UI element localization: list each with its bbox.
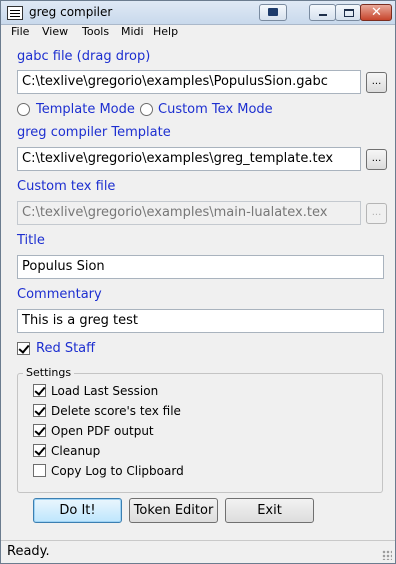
template-field[interactable]: C:\texlive\gregorio\examples\greg_templa…	[17, 147, 361, 171]
window-title: greg compiler	[29, 5, 113, 19]
load-last-session-label: Load Last Session	[51, 384, 159, 398]
app-window: greg compiler ✕ File View Tools Midi Hel…	[0, 0, 396, 564]
template-browse-button[interactable]: ...	[366, 149, 387, 170]
red-staff-checkbox[interactable]	[17, 342, 30, 355]
maximize-button[interactable]	[335, 4, 361, 21]
resize-grip-icon[interactable]	[382, 550, 392, 560]
delete-tex-checkbox[interactable]	[33, 404, 46, 417]
caption-extra-icon	[268, 8, 278, 16]
custom-tex-mode-label: Custom Tex Mode	[158, 102, 273, 117]
close-button[interactable]: ✕	[360, 4, 392, 21]
custom-tex-label: Custom tex file	[17, 179, 116, 194]
minimize-button[interactable]	[309, 4, 336, 21]
open-pdf-label: Open PDF output	[51, 424, 154, 438]
status-bar: Ready.	[1, 540, 395, 563]
custom-tex-browse-button: ...	[366, 203, 387, 224]
menu-bar: File View Tools Midi Help	[1, 25, 395, 40]
menu-file[interactable]: File	[11, 25, 29, 38]
cleanup-checkbox[interactable]	[33, 444, 46, 457]
special-caption-button[interactable]	[259, 4, 287, 21]
menu-help[interactable]: Help	[153, 25, 178, 38]
commentary-label: Commentary	[17, 287, 102, 302]
gabc-file-label: gabc file (drag drop)	[17, 49, 151, 64]
title-label: Title	[17, 233, 45, 248]
token-editor-button[interactable]: Token Editor	[129, 498, 218, 523]
close-icon: ✕	[371, 5, 382, 20]
menu-view[interactable]: View	[42, 25, 68, 38]
gabc-browse-button[interactable]: ...	[366, 72, 387, 93]
load-last-session-checkbox[interactable]	[33, 384, 46, 397]
delete-tex-label: Delete score's tex file	[51, 404, 181, 418]
status-text: Ready.	[7, 544, 50, 559]
commentary-field[interactable]: This is a greg test	[17, 309, 384, 333]
maximize-icon	[344, 9, 354, 17]
exit-button[interactable]: Exit	[225, 498, 314, 523]
cleanup-label: Cleanup	[51, 444, 101, 458]
title-field[interactable]: Populus Sion	[17, 255, 384, 279]
menu-tools[interactable]: Tools	[82, 25, 109, 38]
custom-tex-field: C:\texlive\gregorio\examples\main-lualat…	[17, 201, 361, 225]
app-icon	[7, 6, 23, 20]
minimize-icon	[319, 14, 327, 16]
title-bar[interactable]: greg compiler ✕	[1, 1, 395, 25]
menu-midi[interactable]: Midi	[121, 25, 144, 38]
template-label: greg compiler Template	[17, 125, 171, 140]
copy-log-checkbox[interactable]	[33, 464, 46, 477]
template-mode-radio[interactable]	[17, 103, 30, 116]
do-it-button[interactable]: Do It!	[33, 498, 122, 523]
gabc-file-field[interactable]: C:\texlive\gregorio\examples\PopulusSion…	[17, 70, 361, 94]
template-mode-label: Template Mode	[36, 102, 135, 117]
open-pdf-checkbox[interactable]	[33, 424, 46, 437]
settings-group-title: Settings	[23, 366, 75, 379]
copy-log-label: Copy Log to Clipboard	[51, 464, 184, 478]
custom-tex-mode-radio[interactable]	[140, 103, 153, 116]
red-staff-label: Red Staff	[36, 341, 96, 356]
